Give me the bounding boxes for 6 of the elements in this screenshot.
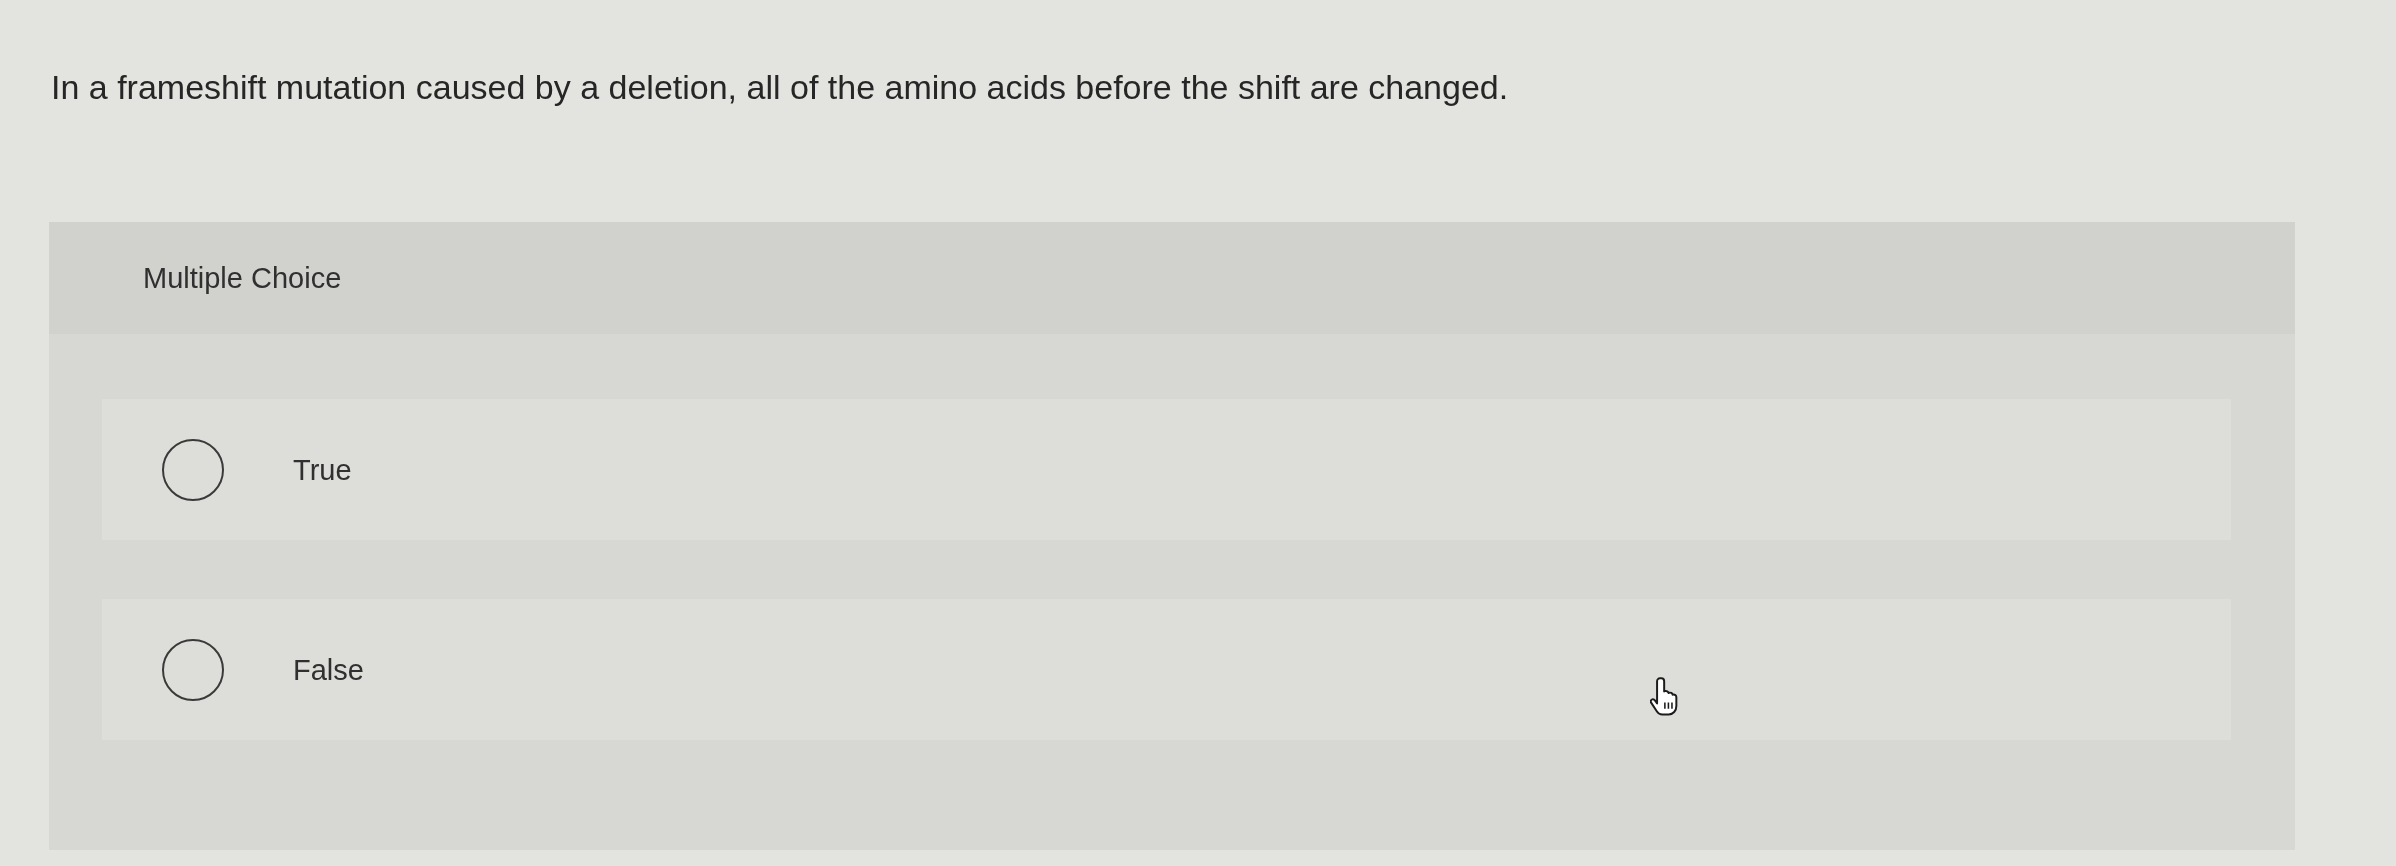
question-type-label: Multiple Choice xyxy=(143,261,342,296)
radio-button[interactable] xyxy=(162,638,224,701)
question-text: In a frameshift mutation caused by a deletion, all of the amino acids before the shift are changed. xyxy=(51,67,1509,108)
radio-button[interactable] xyxy=(162,438,224,501)
option-label[interactable]: False xyxy=(293,651,364,688)
option-label[interactable]: True xyxy=(293,451,352,488)
